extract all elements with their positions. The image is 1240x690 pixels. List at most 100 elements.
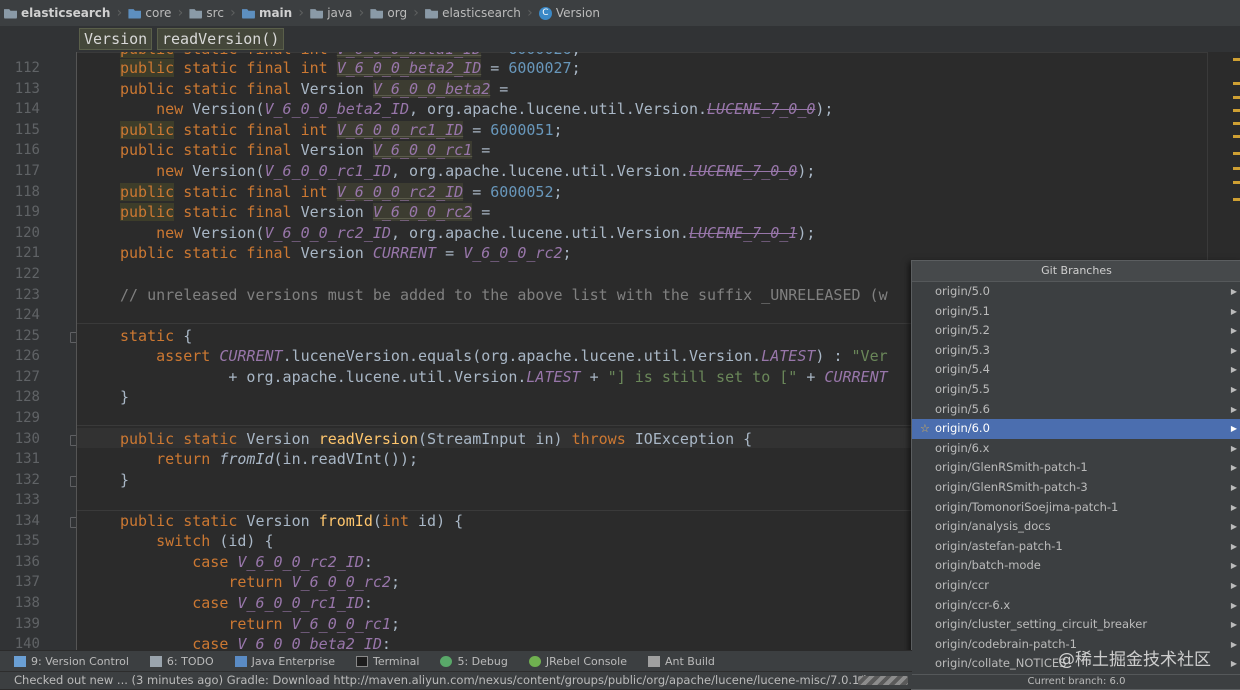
submenu-arrow-icon: ▶ bbox=[1230, 326, 1237, 336]
branch-item[interactable]: origin/5.3 ▶ bbox=[912, 341, 1240, 361]
breadcrumb-item[interactable]: main bbox=[238, 0, 296, 26]
line-number: 132 bbox=[14, 472, 40, 488]
branch-item[interactable]: origin/TomonoriSoejima-patch-1 ▶ bbox=[912, 498, 1240, 518]
branch-label: origin/ccr-6.x bbox=[935, 597, 1011, 612]
breadcrumb-item[interactable]: src bbox=[185, 0, 228, 26]
git-branches-popup[interactable]: Git Branches origin/5.0 ▶ origin/5.1 ▶ origi… bbox=[911, 260, 1240, 690]
branch-item[interactable]: origin/5.6 ▶ bbox=[912, 400, 1240, 420]
branch-item[interactable]: origin/ccr ▶ bbox=[912, 576, 1240, 596]
tool-window-label: Java Enterprise bbox=[251, 655, 335, 668]
breadcrumb-item[interactable]: elasticsearch bbox=[421, 0, 525, 26]
background-progress-bar[interactable] bbox=[858, 676, 908, 685]
breadcrumb-item[interactable]: C Version bbox=[535, 0, 604, 26]
branch-item[interactable]: origin/6.x ▶ bbox=[912, 439, 1240, 459]
tool-window-label: Terminal bbox=[372, 655, 420, 668]
warning-marker[interactable] bbox=[1233, 181, 1240, 184]
branch-item[interactable]: origin/batch-mode ▶ bbox=[912, 556, 1240, 576]
breadcrumb-separator: › bbox=[298, 5, 305, 21]
warning-marker[interactable] bbox=[1233, 96, 1240, 99]
favorite-star-icon[interactable]: ☆ bbox=[920, 419, 930, 439]
warning-marker[interactable] bbox=[1233, 152, 1240, 155]
warning-marker[interactable] bbox=[1233, 122, 1240, 125]
tool-window-button[interactable]: Java Enterprise bbox=[223, 651, 344, 672]
breadcrumb-item[interactable]: java bbox=[306, 0, 356, 26]
tool-window-button[interactable]: 6: TODO bbox=[138, 651, 223, 672]
method-path-class[interactable]: Version bbox=[79, 28, 153, 50]
tool-window-button[interactable]: Terminal bbox=[344, 651, 429, 672]
warning-marker[interactable] bbox=[1233, 58, 1240, 61]
tool-window-bar: 9: Version Control 6: TODO Java Enterprise… bbox=[0, 650, 912, 672]
branch-label: origin/5.6 bbox=[935, 401, 990, 416]
current-branch-label: Current branch: 6.0 bbox=[912, 674, 1240, 689]
branch-item[interactable]: origin/5.5 ▶ bbox=[912, 380, 1240, 400]
line-number: 134 bbox=[14, 513, 40, 529]
branch-label: origin/astefan-patch-1 bbox=[935, 538, 1063, 553]
tool-window-button[interactable]: 9: Version Control bbox=[2, 651, 138, 672]
tool-window-button[interactable]: 5: Debug bbox=[428, 651, 516, 672]
branch-label: origin/6.x bbox=[935, 440, 990, 455]
status-message[interactable]: Checked out new ... (3 minutes ago) Grad… bbox=[14, 672, 885, 689]
branch-label: origin/5.3 bbox=[935, 342, 990, 357]
line-number: 115 bbox=[14, 122, 40, 138]
branch-item[interactable]: ☆ origin/6.0 ▶ bbox=[912, 419, 1240, 439]
tool-window-label: 9: Version Control bbox=[31, 655, 129, 668]
breadcrumb-item[interactable]: core bbox=[124, 0, 175, 26]
warning-marker[interactable] bbox=[1233, 167, 1240, 170]
submenu-arrow-icon: ▶ bbox=[1230, 365, 1237, 375]
code-line-128: } bbox=[120, 388, 130, 406]
warning-marker[interactable] bbox=[1233, 198, 1240, 201]
code-line-123: // unreleased versions must be added to … bbox=[120, 286, 888, 304]
branch-item[interactable]: origin/analysis_docs ▶ bbox=[912, 517, 1240, 537]
line-number: 124 bbox=[14, 307, 40, 323]
branch-item[interactable]: origin/GlenRSmith-patch-1 ▶ bbox=[912, 458, 1240, 478]
line-number: 118 bbox=[14, 184, 40, 200]
branch-label: origin/collate_NOTICES bbox=[935, 656, 1067, 671]
submenu-arrow-icon: ▶ bbox=[1230, 581, 1237, 590]
breadcrumb-label: Version bbox=[555, 6, 601, 20]
branch-label: origin/analysis_docs bbox=[935, 519, 1051, 534]
code-line-119: public static final Version V_6_0_0_rc2 … bbox=[120, 203, 491, 221]
breadcrumb-separator: › bbox=[358, 5, 365, 21]
breadcrumb-item[interactable]: org bbox=[366, 0, 411, 26]
line-number: 127 bbox=[14, 369, 40, 385]
warning-marker[interactable] bbox=[1233, 135, 1240, 138]
submenu-arrow-icon: ▶ bbox=[1230, 600, 1237, 610]
tool-window-button[interactable]: Ant Build bbox=[636, 651, 724, 672]
project-folder-icon bbox=[4, 9, 17, 19]
branch-item[interactable]: origin/5.0 ▶ bbox=[912, 282, 1240, 302]
branch-label: origin/cluster_setting_circuit_breaker bbox=[935, 617, 1148, 632]
warning-marker[interactable] bbox=[1233, 109, 1240, 112]
submenu-arrow-icon: ▶ bbox=[1230, 306, 1237, 316]
jrebel-icon bbox=[528, 656, 541, 667]
navigation-breadcrumb: elasticsearch › core › src › main › java › org › ela… bbox=[0, 0, 1240, 27]
code-line-118: public static final int V_6_0_0_rc2_ID =… bbox=[120, 183, 563, 201]
line-number: 130 bbox=[14, 431, 40, 447]
submenu-arrow-icon: ▶ bbox=[1230, 424, 1237, 434]
branch-item[interactable]: origin/cluster_setting_circuit_breaker ▶ bbox=[912, 615, 1240, 635]
code-line-121: public static final Version CURRENT = V_… bbox=[120, 244, 572, 262]
branch-item[interactable]: origin/5.4 ▶ bbox=[912, 360, 1240, 380]
breadcrumb-item[interactable]: elasticsearch bbox=[0, 0, 114, 26]
line-number-gutter[interactable]: 112 113 114 115 116 117 118 119 120 121 122 123 124 1… bbox=[0, 52, 76, 650]
method-path-method[interactable]: readVersion() bbox=[157, 28, 285, 50]
tool-window-button[interactable]: JRebel Console bbox=[517, 651, 636, 672]
branch-item[interactable]: origin/astefan-patch-1 ▶ bbox=[912, 537, 1240, 557]
branch-label: origin/5.2 bbox=[935, 323, 990, 338]
tool-window-label: JRebel Console bbox=[545, 655, 627, 668]
line-number: 120 bbox=[14, 225, 40, 241]
branch-item[interactable]: origin/5.1 ▶ bbox=[912, 302, 1240, 322]
branch-label: origin/batch-mode bbox=[935, 558, 1041, 573]
branch-item[interactable]: origin/ccr-6.x ▶ bbox=[912, 596, 1240, 616]
breadcrumb-label: elasticsearch bbox=[442, 6, 521, 20]
java-enterprise-icon bbox=[234, 656, 247, 667]
code-line-127: + org.apache.lucene.util.Version.LATEST … bbox=[228, 368, 888, 386]
class-icon: C bbox=[538, 6, 552, 20]
code-line-132: } bbox=[120, 471, 130, 489]
tool-window-label: 5: Debug bbox=[457, 655, 508, 668]
branch-item[interactable]: origin/5.2 ▶ bbox=[912, 321, 1240, 341]
warning-marker[interactable] bbox=[1233, 82, 1240, 85]
error-stripe[interactable] bbox=[1207, 52, 1240, 262]
branch-item[interactable]: origin/GlenRSmith-patch-3 ▶ bbox=[912, 478, 1240, 498]
branch-label: origin/5.4 bbox=[935, 362, 990, 377]
branch-label: origin/5.1 bbox=[935, 303, 990, 318]
